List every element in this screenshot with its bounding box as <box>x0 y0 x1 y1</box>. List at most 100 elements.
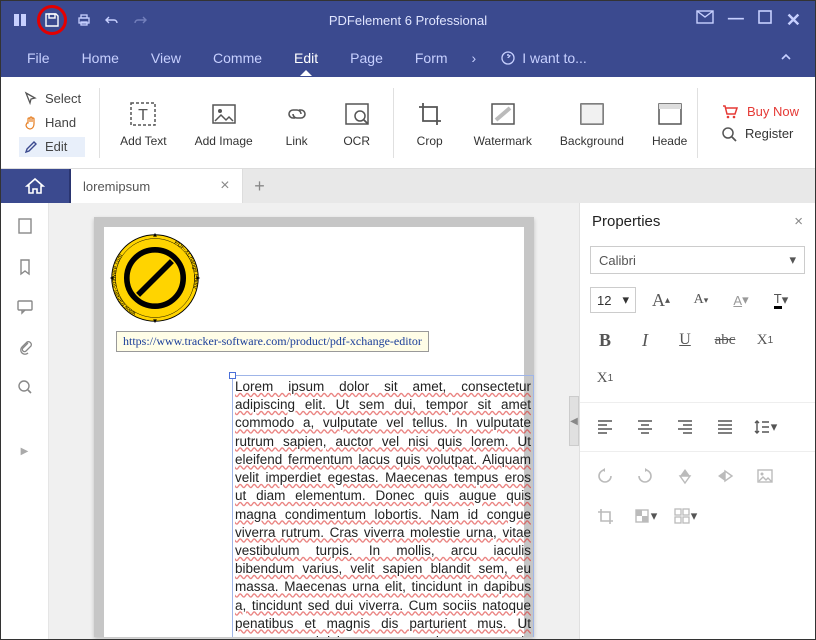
close-tab-icon[interactable]: × <box>220 177 229 195</box>
line-spacing-button[interactable]: ▾ <box>750 413 780 441</box>
page-canvas: PDF-XChange Editor www.tracker-software.… <box>94 217 534 637</box>
ribbon-watermark-label: Watermark <box>474 134 532 148</box>
shrink-font-button[interactable]: A▾ <box>686 286 716 314</box>
replace-image-button[interactable] <box>750 462 780 490</box>
ribbon-header[interactable]: Heade <box>638 83 691 163</box>
redo-icon[interactable] <box>129 9 151 31</box>
svg-text:PDF-XChange Editor: PDF-XChange Editor <box>173 240 199 290</box>
home-tab-button[interactable] <box>1 169 71 203</box>
ribbon-background[interactable]: Background <box>546 83 638 163</box>
align-left-button[interactable] <box>590 413 620 441</box>
body-text-block[interactable]: Lorem ipsum dolor sit amet, consectetur … <box>232 375 534 637</box>
title-bar: PDFelement 6 Professional — ✕ <box>1 1 815 39</box>
svg-text:www.tracker-software.com: www.tracker-software.com <box>111 253 137 317</box>
document-area[interactable]: PDF-XChange Editor www.tracker-software.… <box>49 203 579 639</box>
font-color-button[interactable]: T▾ <box>766 286 796 314</box>
add-image-icon <box>208 98 240 130</box>
comments-icon[interactable] <box>16 299 34 320</box>
menu-view[interactable]: View <box>135 42 197 74</box>
align-center-button[interactable] <box>630 413 660 441</box>
attachments-icon[interactable] <box>17 338 33 361</box>
align-justify-button[interactable] <box>710 413 740 441</box>
ribbon-add-image[interactable]: Add Image <box>181 83 267 163</box>
ribbon-ocr[interactable]: OCR <box>327 83 387 163</box>
new-tab-button[interactable]: + <box>243 169 277 203</box>
grow-font-button[interactable]: A▴ <box>646 286 676 314</box>
highlight-color-button[interactable]: A▾ <box>726 286 756 314</box>
ribbon-crop[interactable]: Crop <box>400 83 460 163</box>
rotate-left-button[interactable] <box>590 462 620 490</box>
background-icon <box>576 98 608 130</box>
menu-more-icon[interactable]: › <box>464 50 485 66</box>
mail-icon[interactable] <box>696 10 714 31</box>
print-icon[interactable] <box>73 9 95 31</box>
more-tools-button[interactable]: ▾ <box>670 502 700 530</box>
properties-title: Properties <box>592 213 660 230</box>
ribbon-crop-label: Crop <box>417 134 443 148</box>
watermark-icon <box>487 98 519 130</box>
add-text-icon: T <box>127 98 159 130</box>
undo-icon[interactable] <box>101 9 123 31</box>
flip-horizontal-button[interactable] <box>710 462 740 490</box>
menu-comment[interactable]: Comme <box>197 42 278 74</box>
menu-page[interactable]: Page <box>334 42 399 74</box>
subscript-button[interactable]: X1 <box>590 364 620 392</box>
font-size-select[interactable]: 12▾ <box>590 287 636 313</box>
app-logo-icon[interactable] <box>9 9 31 31</box>
crop-icon <box>414 98 446 130</box>
align-right-button[interactable] <box>670 413 700 441</box>
svg-text:T: T <box>138 107 148 124</box>
document-tab-label: loremipsum <box>83 179 150 194</box>
minimize-button[interactable]: — <box>728 10 744 31</box>
save-icon[interactable] <box>41 9 63 31</box>
superscript-button[interactable]: X1 <box>750 326 780 354</box>
menu-form[interactable]: Form <box>399 42 464 74</box>
maximize-button[interactable] <box>758 10 772 31</box>
collapse-props-handle[interactable]: ◀ <box>569 396 579 446</box>
header-icon <box>654 98 686 130</box>
properties-panel: Properties × Calibri ▾ 12▾ A▴ A▾ A▾ T▾ B… <box>579 203 815 639</box>
ribbon-header-label: Heade <box>652 134 687 148</box>
flip-vertical-button[interactable] <box>670 462 700 490</box>
menu-home[interactable]: Home <box>66 42 135 74</box>
document-tab[interactable]: loremipsum × <box>71 169 243 203</box>
font-family-select[interactable]: Calibri ▾ <box>590 246 805 274</box>
expand-sidebar-icon[interactable]: ▶ <box>21 446 29 457</box>
hyperlink-box[interactable]: https://www.tracker-software.com/product… <box>116 331 429 352</box>
collapse-ribbon-icon[interactable] <box>767 50 805 67</box>
ribbon-ocr-label: OCR <box>343 134 370 148</box>
menu-file[interactable]: File <box>11 42 66 74</box>
mode-hand[interactable]: Hand <box>19 113 85 133</box>
bold-button[interactable]: B <box>590 326 620 354</box>
close-properties-icon[interactable]: × <box>794 213 803 230</box>
window-title: PDFelement 6 Professional <box>329 13 487 28</box>
crop-image-button[interactable] <box>590 502 620 530</box>
search-icon[interactable] <box>17 379 33 400</box>
ribbon-link[interactable]: Link <box>267 83 327 163</box>
ribbon-watermark[interactable]: Watermark <box>460 83 546 163</box>
ribbon-add-text-label: Add Text <box>120 134 166 148</box>
chevron-down-icon: ▾ <box>789 252 796 268</box>
buy-now-button[interactable]: Buy Now <box>721 104 799 120</box>
font-size-value: 12 <box>597 293 611 308</box>
buy-now-label: Buy Now <box>747 104 799 119</box>
thumbnails-icon[interactable] <box>17 217 33 240</box>
mode-edit[interactable]: Edit <box>19 137 85 157</box>
ribbon-background-label: Background <box>560 134 624 148</box>
register-button[interactable]: Register <box>721 126 799 142</box>
bookmarks-icon[interactable] <box>18 258 32 281</box>
want-to-button[interactable]: I want to... <box>500 50 587 66</box>
rotate-right-button[interactable] <box>630 462 660 490</box>
selection-handle[interactable] <box>229 372 236 379</box>
italic-button[interactable]: I <box>630 326 660 354</box>
ribbon-toolbar: Select Hand Edit T Add Text Add Image Li… <box>1 77 815 169</box>
ribbon-add-image-label: Add Image <box>195 134 253 148</box>
strikethrough-button[interactable]: abc <box>710 326 740 354</box>
mode-select[interactable]: Select <box>19 89 85 109</box>
opacity-button[interactable]: ▾ <box>630 502 660 530</box>
underline-button[interactable]: U <box>670 326 700 354</box>
close-button[interactable]: ✕ <box>786 10 801 31</box>
ocr-icon <box>341 98 373 130</box>
ribbon-add-text[interactable]: T Add Text <box>106 83 180 163</box>
menu-edit[interactable]: Edit <box>278 42 334 74</box>
